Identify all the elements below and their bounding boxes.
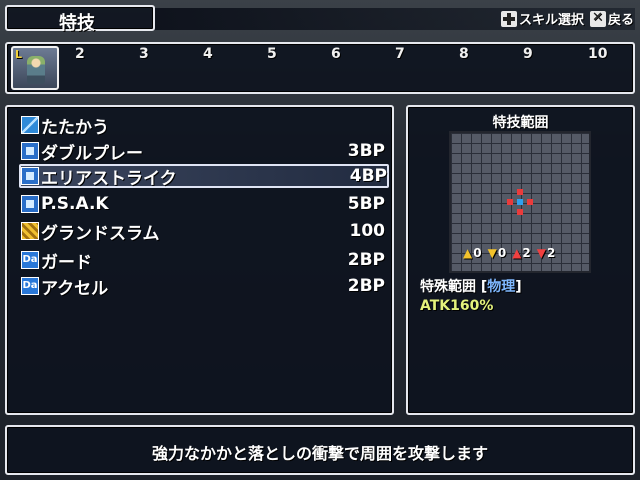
skill-cost: 5BP <box>347 194 385 214</box>
height-value: 2 <box>522 246 531 260</box>
skill-cost: 100 <box>349 221 386 241</box>
attack-element: 物理 <box>487 279 516 295</box>
sword-icon <box>21 116 39 134</box>
back-hint[interactable]: 戻る <box>608 9 634 28</box>
skill-icon <box>21 142 39 160</box>
range-center-tile <box>517 199 523 205</box>
skill-name: エリアストライク <box>41 168 177 189</box>
skill-icon <box>21 167 39 185</box>
da-icon: Da <box>21 251 39 269</box>
gold-skill-icon <box>21 222 39 240</box>
x-button-icon <box>589 10 606 27</box>
down-red-arrow-icon: ▼ <box>536 246 547 260</box>
menu-title: 特技 <box>59 13 95 34</box>
range-label: 特殊範囲 <box>420 279 476 295</box>
skill-row[interactable]: ダブルプレー 3BP <box>21 139 385 164</box>
down-yellow-arrow-icon: ▼ <box>487 246 497 260</box>
menu-title-box: 特技 <box>5 5 155 34</box>
party-slot-7[interactable]: 7 <box>395 46 405 62</box>
party-slot-5[interactable]: 5 <box>267 46 277 62</box>
party-slot-8[interactable]: 8 <box>459 46 469 62</box>
attack-stat: ATK160% <box>420 298 494 314</box>
skill-row[interactable]: Da アクセル 2BP <box>21 274 385 299</box>
party-bar: L 2 3 4 5 6 7 8 9 10 <box>5 42 635 94</box>
character-sprite <box>27 56 45 84</box>
skill-row[interactable]: P.S.A.K 5BP <box>21 192 385 216</box>
da-icon: Da <box>21 277 39 295</box>
skill-cost: 3BP <box>347 141 385 161</box>
range-tile <box>527 199 533 205</box>
up-yellow-arrow-icon: ▲ <box>463 246 473 260</box>
height-limits: ▲ 0 ▼ 0 ▲ 2 ▼ 2 <box>463 246 555 260</box>
range-tile <box>517 209 523 215</box>
height-up-yellow: ▲ 0 <box>463 246 482 260</box>
controls-help: スキル選択 戻る <box>495 9 634 28</box>
party-slot-6[interactable]: 6 <box>331 46 341 62</box>
skill-name: グランドスラム <box>41 223 160 244</box>
skill-row[interactable]: Da ガード 2BP <box>21 248 385 273</box>
height-value: 0 <box>473 246 482 260</box>
range-tile <box>517 189 523 195</box>
bracket-close: ] <box>515 279 522 295</box>
party-slot-9[interactable]: 9 <box>523 46 533 62</box>
skill-name: たたかう <box>41 117 109 138</box>
range-title: 特技範囲 <box>492 115 549 131</box>
skill-cost: 4BP <box>349 166 387 186</box>
skill-row-selected[interactable]: エリアストライク 4BP <box>19 164 389 189</box>
party-slot-10[interactable]: 10 <box>588 46 607 62</box>
height-value: 0 <box>497 246 507 260</box>
height-up-red: ▲ 2 <box>512 246 531 260</box>
skill-description: 強力なかかと落としの衝撃で周囲を攻撃します <box>151 444 488 463</box>
skill-cost: 2BP <box>347 250 385 270</box>
up-red-arrow-icon: ▲ <box>512 246 522 260</box>
skill-range-panel: 特技範囲 ▲ 0 ▼ 0 ▲ 2 ▼ 2 特殊範囲 [物理] ATK160% <box>406 105 635 415</box>
height-value: 2 <box>547 246 556 260</box>
skill-list-panel: たたかう ダブルプレー 3BP エリアストライク 4BP P.S.A.K 5BP… <box>5 105 394 415</box>
party-slot-1-portrait[interactable]: L <box>11 46 59 90</box>
party-slot-2[interactable]: 2 <box>75 46 85 62</box>
skill-select-hint: スキル選択 <box>518 13 584 28</box>
skill-name: アクセル <box>41 278 109 299</box>
skill-cost: 2BP <box>347 276 385 296</box>
range-type-label: 特殊範囲 [物理] <box>420 276 522 296</box>
skill-name: ガード <box>41 252 92 273</box>
height-down-yellow: ▼ 0 <box>488 246 507 260</box>
skill-icon <box>21 195 39 213</box>
skill-row[interactable]: グランドスラム 100 <box>21 219 386 244</box>
dpad-icon <box>500 10 517 27</box>
skill-name: ダブルプレー <box>41 143 143 164</box>
range-tile <box>507 199 513 205</box>
height-down-red: ▼ 2 <box>537 246 556 260</box>
party-slot-4[interactable]: 4 <box>203 46 213 62</box>
skill-name: P.S.A.K <box>41 194 109 214</box>
leader-mark: L <box>15 48 23 61</box>
description-panel: 強力なかかと落としの衝撃で周囲を攻撃します <box>5 425 635 475</box>
skill-row[interactable]: たたかう <box>21 113 385 138</box>
party-slot-3[interactable]: 3 <box>139 46 149 62</box>
